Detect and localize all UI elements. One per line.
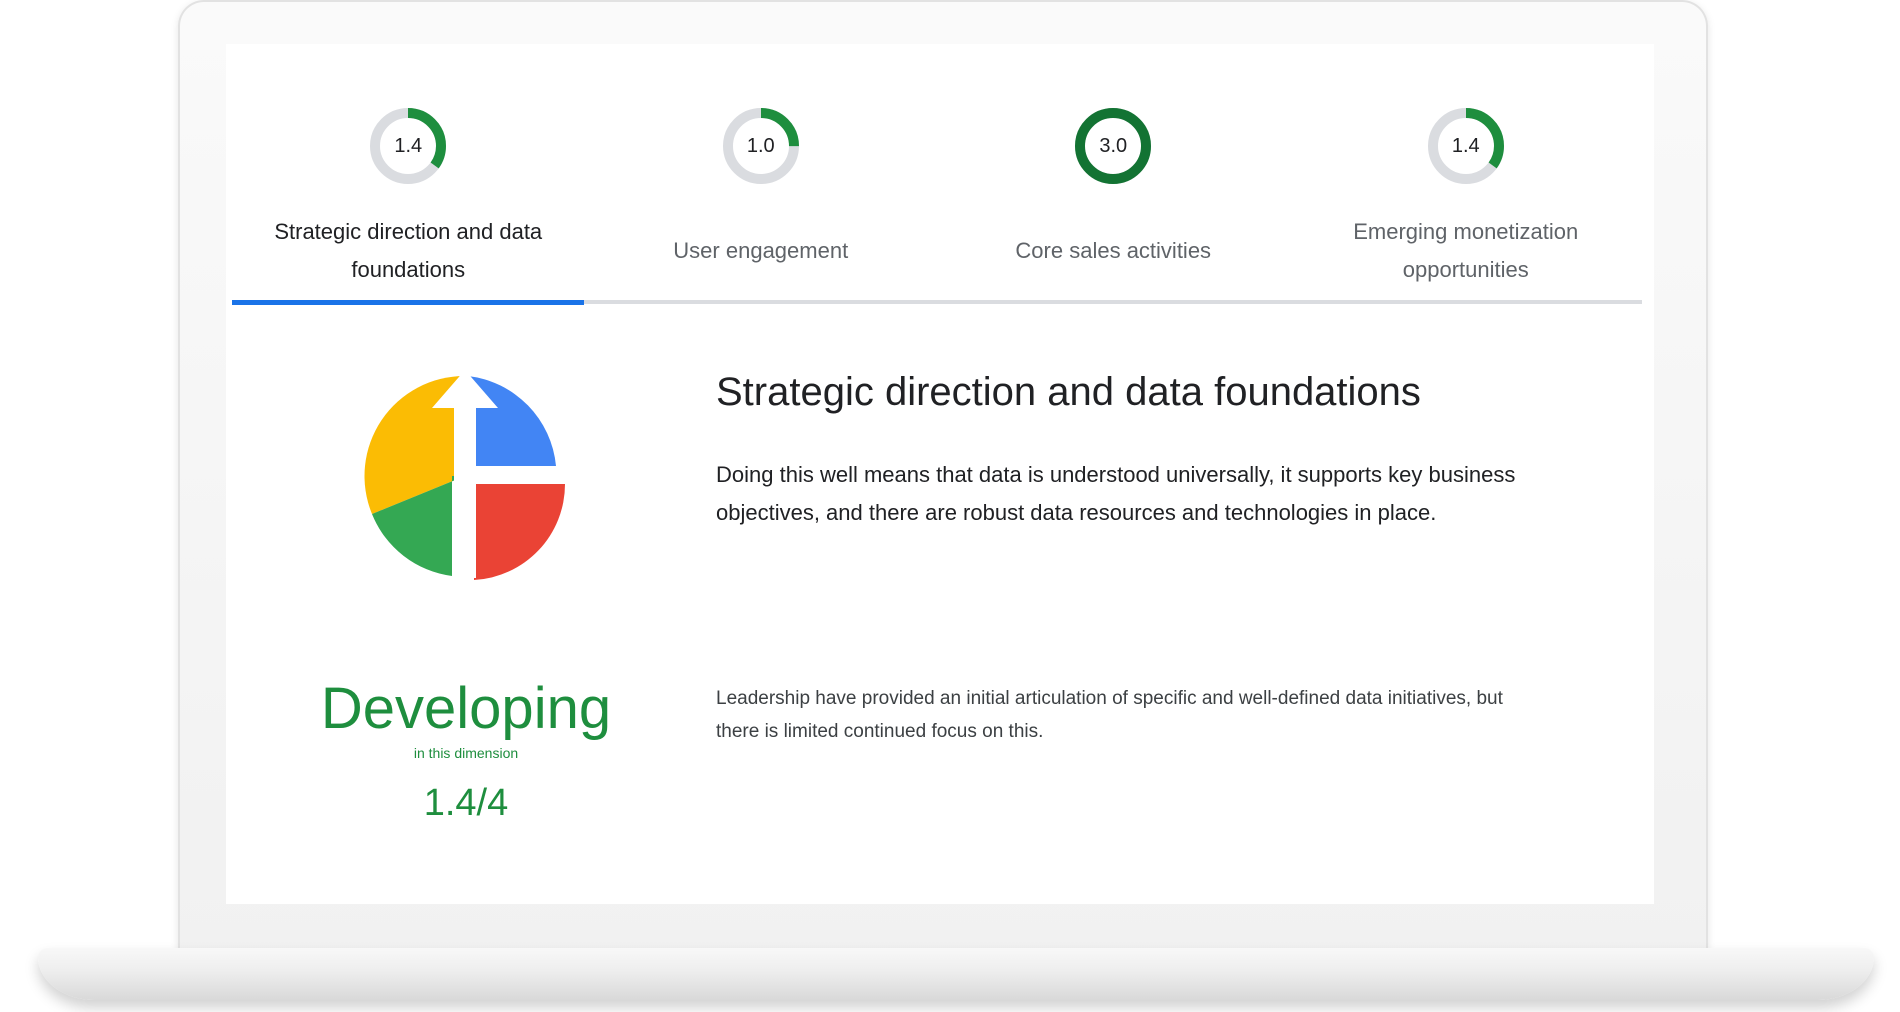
assessment-finding: Leadership have provided an initial arti…	[716, 688, 1503, 742]
score-value: 1.4	[1451, 135, 1480, 157]
maturity-level: Developing in this dimension 1.4/4	[306, 676, 626, 826]
tab-user-engagement[interactable]: 1.0 User engagement	[585, 44, 938, 306]
dimension-title: Strategic direction and data foundations	[716, 370, 1421, 414]
maturity-score: 1.4/4	[423, 782, 509, 824]
dimension-tabs: 1.4 Strategic direction and data foundat…	[232, 44, 1642, 306]
maturity-level-subtitle: in this dimension	[413, 745, 519, 761]
score-ring: 1.4	[1427, 108, 1504, 184]
laptop-base	[38, 948, 1874, 1000]
score-value: 3.0	[1099, 135, 1128, 157]
active-tab-indicator	[232, 300, 584, 305]
maturity-level-label: Developing	[320, 676, 612, 741]
dimension-description: Doing this well means that data is under…	[716, 462, 1516, 525]
tab-emerging-monetization[interactable]: 1.4 Emerging monetization opportunities	[1290, 44, 1643, 306]
score-value: 1.4	[394, 135, 423, 157]
pie-chart-with-up-arrow-icon	[360, 366, 570, 586]
laptop-screen: 1.4 Strategic direction and data foundat…	[226, 44, 1654, 904]
score-value: 1.0	[746, 135, 775, 157]
tab-core-sales-activities[interactable]: 3.0 Core sales activities	[937, 44, 1290, 306]
tab-label: Strategic direction and data foundations	[274, 219, 543, 282]
tab-label: Emerging monetization opportunities	[1353, 219, 1579, 282]
tab-label: User engagement	[673, 238, 849, 263]
score-ring: 1.4	[370, 108, 447, 184]
red-slice	[474, 484, 566, 580]
dimension-illustration	[364, 370, 566, 580]
arrow-shaft	[454, 408, 476, 578]
tab-label: Core sales activities	[1015, 238, 1212, 263]
score-ring: 1.0	[722, 108, 799, 184]
laptop-mockup: 1.4 Strategic direction and data foundat…	[0, 0, 1900, 1012]
score-ring: 3.0	[1075, 108, 1152, 184]
tab-strategic-direction[interactable]: 1.4 Strategic direction and data foundat…	[232, 44, 585, 306]
